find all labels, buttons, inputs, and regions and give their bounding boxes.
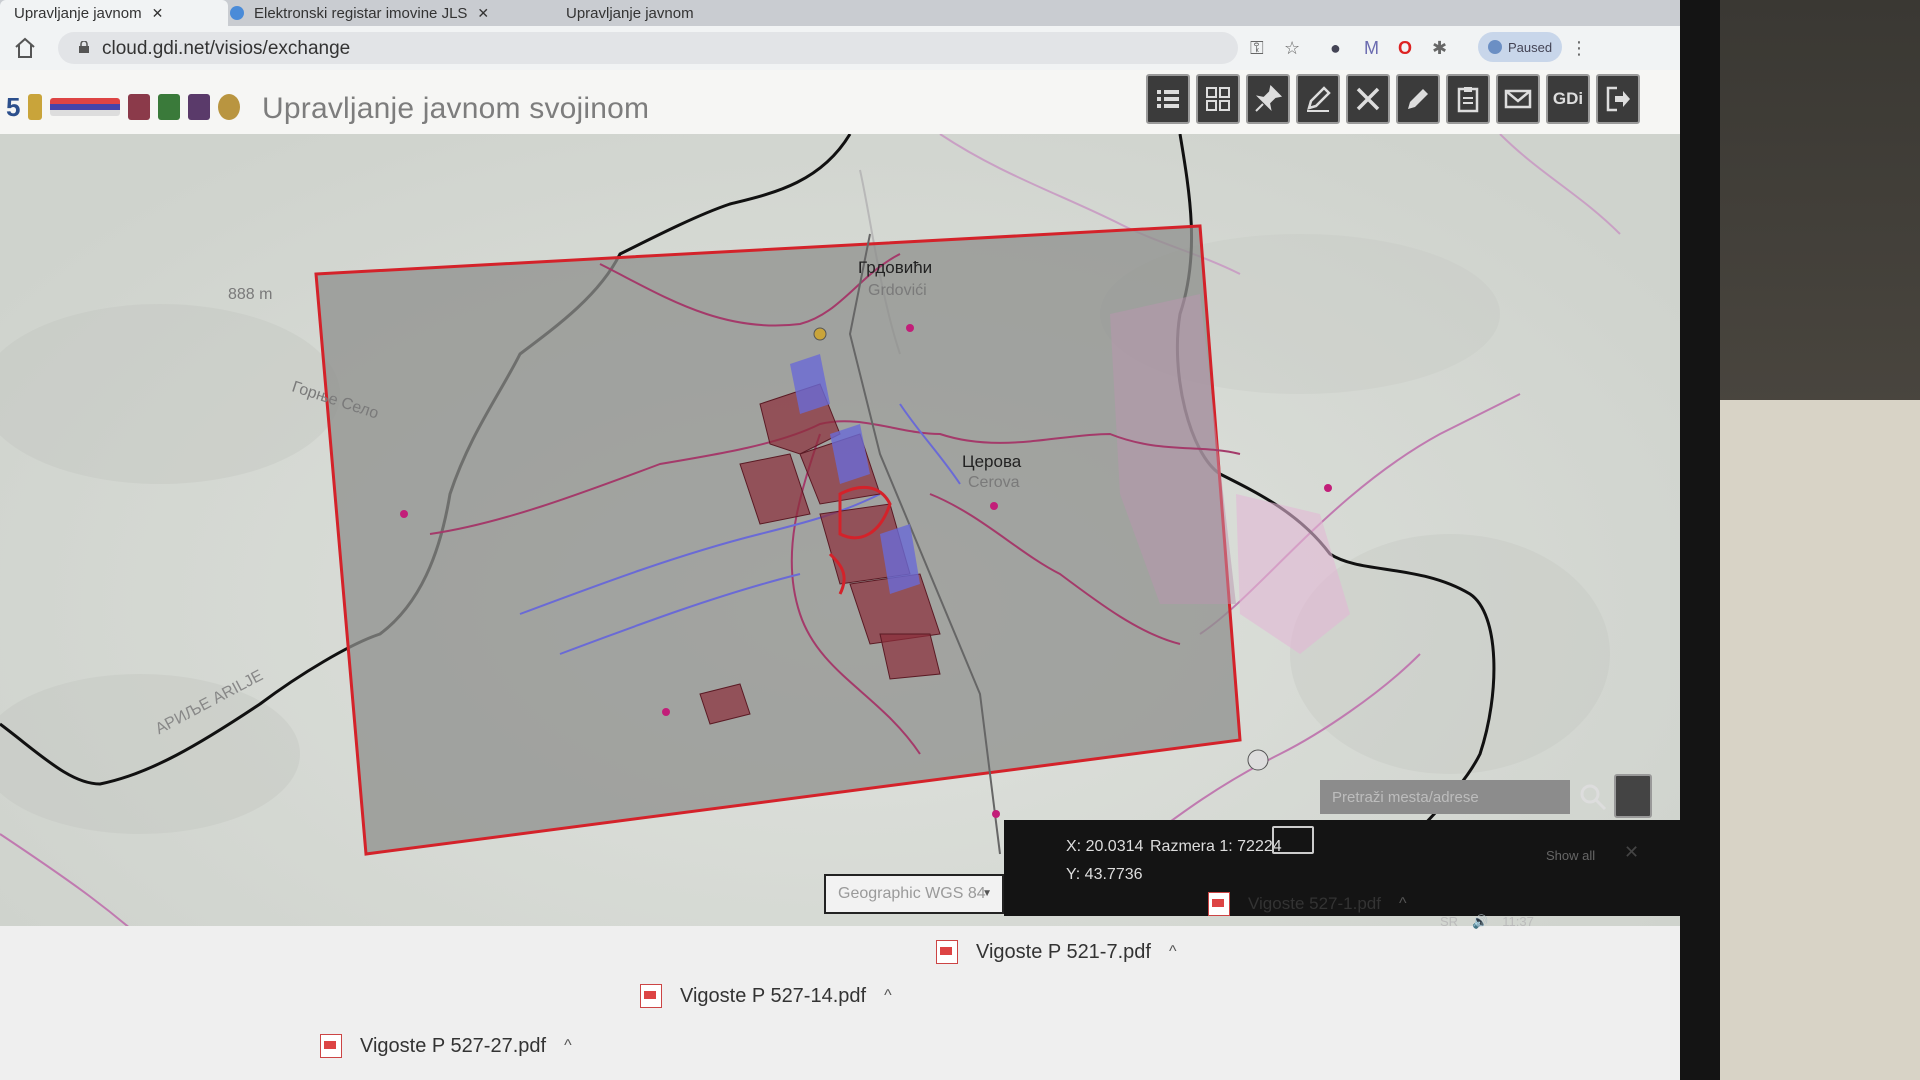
pdf-icon <box>640 984 662 1008</box>
tab-label: Upravljanje javnom <box>14 4 142 22</box>
browser-tab[interactable]: Upravljanje javnom ✕ <box>0 0 228 26</box>
map-label: Grdovići <box>868 282 927 299</box>
browser-tab[interactable]: Upravljanje javnom <box>552 0 820 26</box>
close-icon[interactable]: ✕ <box>152 5 164 22</box>
close-icon[interactable]: ✕ <box>1624 842 1639 863</box>
clock[interactable]: 11:37 <box>1502 914 1534 930</box>
download-label: Vigoste P 521-7.pdf <box>976 940 1151 963</box>
pdf-icon <box>1208 892 1230 916</box>
download-label: Vigoste P 527-14.pdf <box>680 984 867 1007</box>
coordinate-y: Y: 43.7736 <box>1066 866 1143 883</box>
download-item[interactable]: Vigoste P 527-27.pdf ^ <box>320 1034 572 1058</box>
show-all-button[interactable]: Show all <box>1546 848 1595 863</box>
ruler-icon[interactable] <box>1272 826 1314 854</box>
list-icon <box>1157 90 1179 108</box>
map-toolbar: GDi <box>1146 74 1640 124</box>
download-label: Vigoste P 527-27.pdf <box>360 1034 547 1057</box>
pin-icon <box>1255 84 1283 112</box>
menu-dots-icon[interactable]: ⋮ <box>1570 38 1588 59</box>
elevation-label: 888 m <box>228 286 273 303</box>
draw-button[interactable] <box>1296 74 1340 124</box>
map-view-button[interactable] <box>1614 774 1652 818</box>
pdf-icon <box>320 1034 342 1058</box>
map-label: Церова <box>962 452 1022 471</box>
browser-tab-strip: Upravljanje javnom ✕ Elektronski regista… <box>0 0 1680 26</box>
search-input[interactable]: Pretraži mesta/adrese <box>1320 780 1570 814</box>
map-label: Cerova <box>968 474 1020 491</box>
edit-button[interactable] <box>1396 74 1440 124</box>
background-furniture <box>1700 400 1920 1080</box>
close-icon[interactable]: ✕ <box>477 5 489 22</box>
layers-list-button[interactable] <box>1146 74 1190 124</box>
seal-logo <box>218 94 241 120</box>
download-item[interactable]: Vigoste P 521-7.pdf ^ <box>936 940 1176 964</box>
lock-icon <box>79 41 89 53</box>
globe-icon <box>230 6 244 20</box>
volume-icon[interactable]: 🔊 <box>1472 914 1488 930</box>
avatar <box>1487 40 1502 54</box>
mail-icon <box>1504 89 1532 109</box>
coat-of-arms-logo <box>28 94 43 120</box>
poi-marker[interactable] <box>813 327 827 341</box>
logout-button[interactable] <box>1596 74 1640 124</box>
coat-of-arms-logo <box>188 94 211 120</box>
gdi-button[interactable]: GDi <box>1546 74 1590 124</box>
language-indicator[interactable]: SR <box>1440 914 1458 930</box>
gdi-icon: GDi <box>1552 89 1584 108</box>
coat-of-arms-logo <box>128 94 151 120</box>
chevron-up-icon[interactable]: ^ <box>1399 895 1407 913</box>
extension-icon[interactable]: ● <box>1330 38 1341 59</box>
logo-number: 5 <box>6 91 21 122</box>
logout-icon <box>1606 86 1630 112</box>
chevron-down-icon: ▼ <box>982 888 992 899</box>
clipboard-icon <box>1457 87 1479 113</box>
extension-icon[interactable]: ✱ <box>1432 38 1447 59</box>
download-item[interactable]: Vigoste 527-1.pdf ^ <box>1208 892 1406 916</box>
gmail-icon[interactable]: M <box>1364 38 1379 59</box>
partner-logo <box>50 98 121 116</box>
cut-icon <box>1356 87 1380 111</box>
monitor-screen: Upravljanje javnom ✕ Elektronski regista… <box>0 0 1680 1080</box>
tab-label: Elektronski registar imovine JLS <box>254 4 468 22</box>
crs-select[interactable]: Geographic WGS 84 ▼ <box>824 874 1004 914</box>
chevron-up-icon[interactable]: ^ <box>1169 943 1177 961</box>
home-icon[interactable] <box>12 36 38 60</box>
chevron-up-icon[interactable]: ^ <box>884 987 892 1005</box>
profile-status: Paused <box>1507 39 1553 55</box>
measure-button[interactable] <box>1346 74 1390 124</box>
tab-label: Upravljanje javnom <box>566 4 694 22</box>
download-label: Vigoste 527-1.pdf <box>1248 894 1381 913</box>
browser-tab[interactable]: Elektronski registar imovine JLS ✕ <box>216 0 564 26</box>
profile-button[interactable]: Paused <box>1478 32 1562 62</box>
pin-button[interactable] <box>1246 74 1290 124</box>
chevron-up-icon[interactable]: ^ <box>564 1037 572 1055</box>
report-button[interactable] <box>1446 74 1490 124</box>
system-tray: SR 🔊 11:37 <box>1440 914 1534 930</box>
mail-button[interactable] <box>1496 74 1540 124</box>
browser-address-row: cloud.gdi.net/visios/exchange ⚿ ☆ ● M O … <box>0 26 1680 71</box>
page-title: Upravljanje javnom svojinom <box>262 92 650 125</box>
key-icon[interactable]: ⚿ <box>1250 38 1264 59</box>
url-text: cloud.gdi.net/visios/exchange <box>102 38 351 59</box>
map-scale-readout: Razmera 1: 72224 <box>1150 838 1282 855</box>
star-icon[interactable]: ☆ <box>1284 38 1300 59</box>
address-bar[interactable]: cloud.gdi.net/visios/exchange <box>58 32 1238 64</box>
pencil-icon <box>1307 86 1331 112</box>
coordinate-x: X: 20.0314 <box>1066 838 1144 855</box>
basemap-grid-button[interactable] <box>1196 74 1240 124</box>
download-item[interactable]: Vigoste P 527-14.pdf ^ <box>640 984 892 1008</box>
map-label: Грдовићи <box>858 258 933 277</box>
app-header: 5 Upravljanje javnom svojinom GDi <box>0 70 1680 134</box>
crs-value: Geographic WGS 84 <box>838 885 986 902</box>
pdf-icon <box>936 940 958 964</box>
opera-icon[interactable]: O <box>1398 38 1412 59</box>
coat-of-arms-logo <box>158 94 181 120</box>
location-marker[interactable] <box>1247 749 1269 771</box>
search-placeholder: Pretraži mesta/adrese <box>1332 788 1479 806</box>
logo-strip: 5 <box>6 91 241 122</box>
edit-icon <box>1408 89 1428 109</box>
grid-icon <box>1206 87 1230 111</box>
search-icon[interactable] <box>1578 782 1608 812</box>
